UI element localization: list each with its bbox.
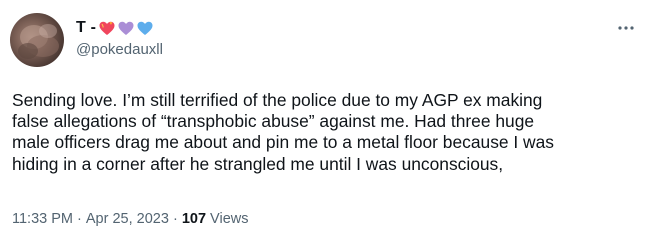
author-info: T - @pokedauxll — [76, 18, 163, 58]
avatar[interactable] — [10, 13, 64, 67]
display-name[interactable]: T - — [76, 19, 96, 37]
meta-separator: · — [168, 211, 182, 227]
tweet-text: Sending love. I’m still terrified of the… — [12, 90, 554, 174]
heart-on-fire-icon — [99, 21, 115, 36]
tweet-card: T - @pokedauxll Sending love. I’m still … — [0, 0, 654, 240]
display-name-row: T - — [76, 18, 163, 38]
meta-separator: · — [73, 211, 86, 227]
views-count[interactable]: 107 — [182, 211, 206, 227]
user-handle[interactable]: @pokedauxll — [76, 41, 163, 58]
tweet-date[interactable]: Apr 25, 2023 — [86, 211, 169, 227]
purple-heart-icon — [118, 21, 134, 36]
blue-heart-icon — [137, 21, 153, 36]
more-horizontal-icon[interactable] — [616, 20, 636, 36]
views-label: Views — [206, 211, 249, 227]
tweet-time[interactable]: 11:33 PM — [12, 211, 73, 227]
avatar-image — [18, 24, 59, 59]
tweet-meta: 11:33 PM · Apr 25, 2023 · 107 Views — [12, 211, 248, 227]
